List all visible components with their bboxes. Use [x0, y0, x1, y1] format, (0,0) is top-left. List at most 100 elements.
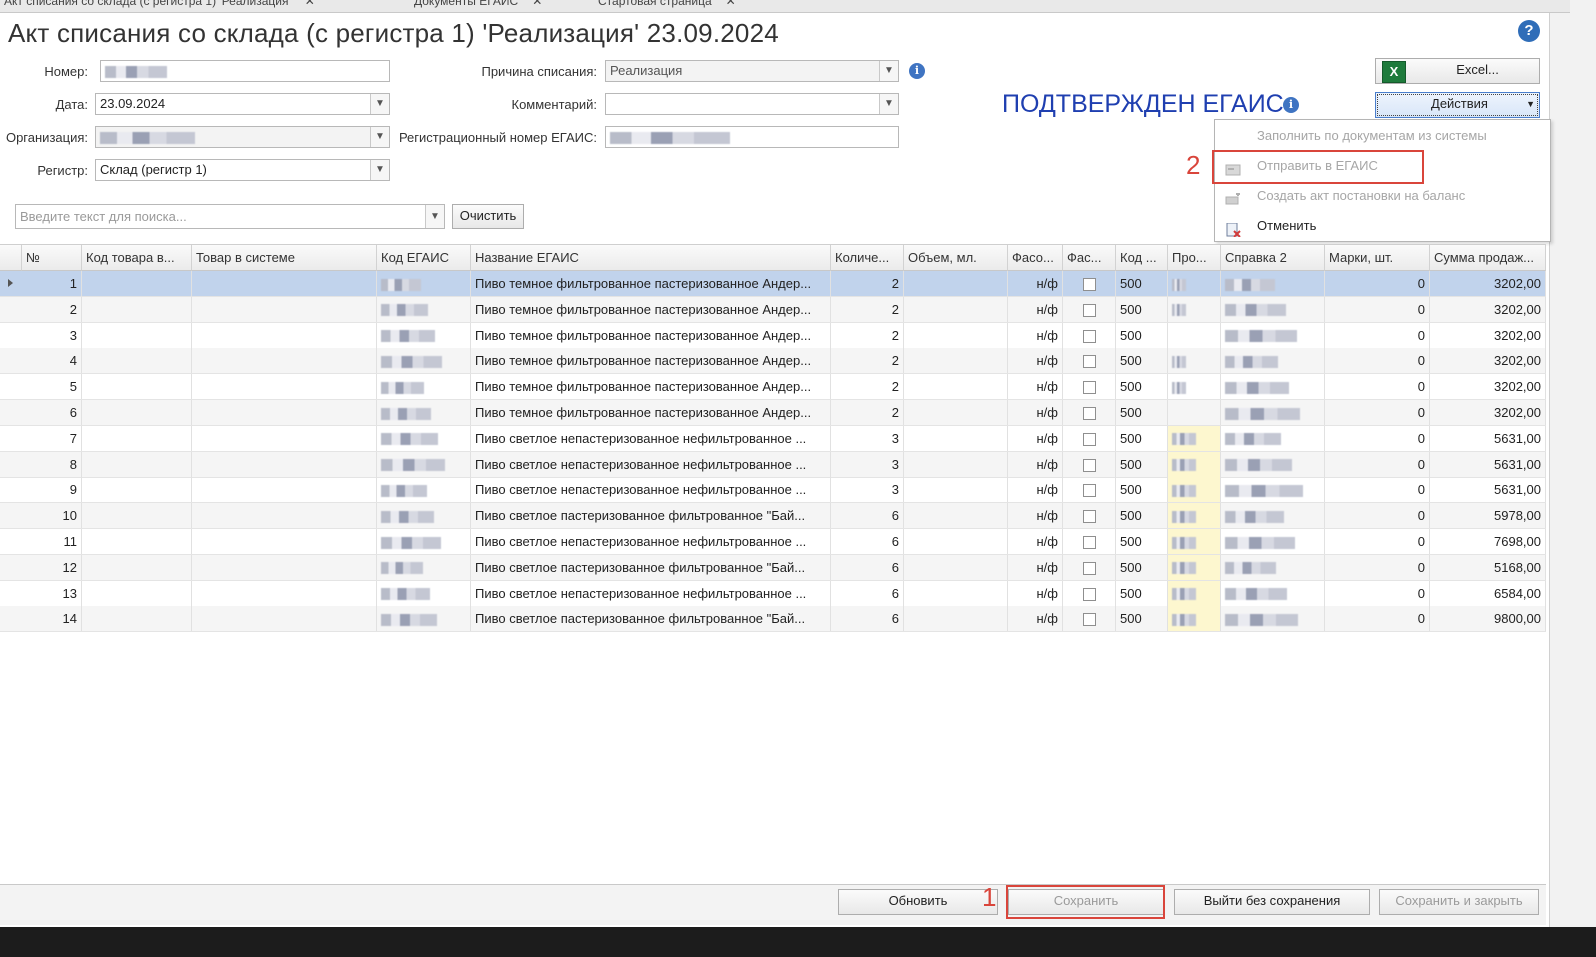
cell-packed-checkbox[interactable] [1063, 580, 1116, 606]
register-field[interactable]: Склад (регистр 1) ▼ [95, 159, 390, 181]
chevron-down-icon[interactable]: ▼ [370, 127, 389, 147]
table-row[interactable]: 6 Пиво темное фильтрованное пастеризованн… [0, 400, 1546, 426]
cell-egais-code[interactable] [377, 322, 471, 348]
column-header[interactable]: Код ... [1116, 245, 1168, 271]
checkbox[interactable] [1082, 381, 1096, 395]
table-row[interactable]: 9 Пиво светлое непастеризованное нефильтр… [0, 477, 1546, 504]
table-row[interactable]: 13 Пиво светлое непастеризованное нефильт… [0, 580, 1546, 607]
cell-marks[interactable]: 0 [1325, 580, 1430, 606]
cell-sales-sum[interactable]: 3202,00 [1430, 348, 1546, 374]
tab-start-page[interactable]: Стартовая страница ✕ [598, 0, 736, 10]
table-row[interactable]: 3 Пиво темное фильтрованное пастеризованн… [0, 322, 1546, 349]
cell-product-in-system[interactable] [192, 374, 377, 400]
cell-number[interactable]: 14 [22, 606, 82, 632]
column-header[interactable]: Количе... [831, 245, 904, 271]
cell-marks[interactable]: 0 [1325, 296, 1430, 322]
cell-product-in-system[interactable] [192, 451, 377, 477]
cell-sales-sum[interactable]: 5978,00 [1430, 503, 1546, 529]
column-header[interactable]: № [22, 245, 82, 271]
cell-marks[interactable]: 0 [1325, 554, 1430, 580]
cell-packed-checkbox[interactable] [1063, 451, 1116, 477]
cell-packing[interactable]: н/ф [1008, 348, 1063, 374]
cell-product-code[interactable] [82, 580, 192, 606]
column-header[interactable]: Фас... [1063, 245, 1116, 271]
cell-production[interactable] [1168, 374, 1221, 400]
cell-product-code[interactable] [82, 451, 192, 477]
cell-volume[interactable] [904, 451, 1008, 477]
cell-number[interactable]: 6 [22, 400, 82, 425]
cell-product-code[interactable] [82, 400, 192, 425]
cell-sales-sum[interactable]: 6584,00 [1430, 580, 1546, 606]
cell-number[interactable]: 4 [22, 348, 82, 374]
cell-sales-sum[interactable]: 5168,00 [1430, 554, 1546, 580]
cell-marks[interactable]: 0 [1325, 477, 1430, 503]
cell-product-in-system[interactable] [192, 348, 377, 374]
cell-marks[interactable]: 0 [1325, 425, 1430, 451]
cell-egais-name[interactable]: Пиво темное фильтрованное пастеризованно… [471, 296, 831, 322]
cell-packing[interactable]: н/ф [1008, 554, 1063, 580]
cell-egais-code[interactable] [377, 477, 471, 503]
cell-code[interactable]: 500 [1116, 554, 1168, 580]
tab-egais-docs[interactable]: Документы ЕГАИС ✕ [414, 0, 542, 10]
reason-field[interactable]: Реализация ▼ [605, 60, 899, 82]
chevron-down-icon[interactable]: ▼ [370, 94, 389, 114]
cell-egais-code[interactable] [377, 503, 471, 529]
save-and-close-button[interactable]: Сохранить и закрыть [1379, 889, 1539, 915]
cell-certificate-2[interactable] [1221, 606, 1325, 632]
cell-product-code[interactable] [82, 425, 192, 451]
cell-production[interactable] [1168, 451, 1221, 477]
table-row[interactable]: 12 Пиво светлое пастеризованное фильтрова… [0, 554, 1546, 581]
cell-marks[interactable]: 0 [1325, 322, 1430, 348]
chevron-down-icon[interactable]: ▼ [370, 160, 389, 180]
cell-product-in-system[interactable] [192, 580, 377, 606]
cell-production[interactable] [1168, 425, 1221, 451]
cell-production[interactable] [1168, 296, 1221, 322]
tab-act[interactable]: Акт списания со склада (с регистра 1) 'Р… [4, 0, 315, 10]
cell-production[interactable] [1168, 348, 1221, 374]
cell-quantity[interactable]: 2 [831, 400, 904, 425]
cell-code[interactable]: 500 [1116, 296, 1168, 322]
cell-marks[interactable]: 0 [1325, 400, 1430, 425]
cell-number[interactable]: 7 [22, 425, 82, 451]
cell-code[interactable]: 500 [1116, 580, 1168, 606]
cell-product-code[interactable] [82, 271, 192, 296]
cell-certificate-2[interactable] [1221, 554, 1325, 580]
cell-product-in-system[interactable] [192, 477, 377, 503]
cell-packed-checkbox[interactable] [1063, 529, 1116, 554]
cell-packing[interactable]: н/ф [1008, 503, 1063, 529]
cell-quantity[interactable]: 3 [831, 425, 904, 451]
actions-button[interactable]: Действия ▼ [1375, 92, 1540, 118]
cell-packing[interactable]: н/ф [1008, 425, 1063, 451]
cell-packed-checkbox[interactable] [1063, 554, 1116, 580]
table-row[interactable]: 5 Пиво темное фильтрованное пастеризованн… [0, 374, 1546, 401]
cell-egais-name[interactable]: Пиво темное фильтрованное пастеризованно… [471, 271, 831, 296]
cell-egais-code[interactable] [377, 529, 471, 554]
checkbox[interactable] [1082, 510, 1096, 524]
menu-item-create-balance-act[interactable]: Создать акт постановки на баланс [1215, 181, 1550, 210]
cell-volume[interactable] [904, 503, 1008, 529]
cell-number[interactable]: 1 [22, 271, 82, 296]
table-row[interactable]: 10 Пиво светлое пастеризованное фильтрова… [0, 503, 1546, 530]
cell-quantity[interactable]: 6 [831, 503, 904, 529]
cell-packed-checkbox[interactable] [1063, 425, 1116, 451]
cell-sales-sum[interactable]: 7698,00 [1430, 529, 1546, 554]
cell-packing[interactable]: н/ф [1008, 400, 1063, 425]
organization-field[interactable]: ▼ [95, 126, 390, 148]
cell-marks[interactable]: 0 [1325, 503, 1430, 529]
cell-egais-code[interactable] [377, 425, 471, 451]
cell-certificate-2[interactable] [1221, 296, 1325, 322]
cell-number[interactable]: 2 [22, 296, 82, 322]
cell-egais-code[interactable] [377, 271, 471, 296]
cell-packing[interactable]: н/ф [1008, 374, 1063, 400]
cell-production[interactable] [1168, 529, 1221, 554]
cell-egais-code[interactable] [377, 374, 471, 400]
cell-product-in-system[interactable] [192, 271, 377, 296]
cell-egais-name[interactable]: Пиво светлое пастеризованное фильтрованн… [471, 606, 831, 632]
cell-product-code[interactable] [82, 322, 192, 348]
cell-sales-sum[interactable]: 5631,00 [1430, 425, 1546, 451]
cell-code[interactable]: 500 [1116, 374, 1168, 400]
cell-volume[interactable] [904, 296, 1008, 322]
cell-egais-name[interactable]: Пиво светлое непастеризованное нефильтро… [471, 580, 831, 606]
cell-packed-checkbox[interactable] [1063, 477, 1116, 503]
cell-number[interactable]: 8 [22, 451, 82, 477]
